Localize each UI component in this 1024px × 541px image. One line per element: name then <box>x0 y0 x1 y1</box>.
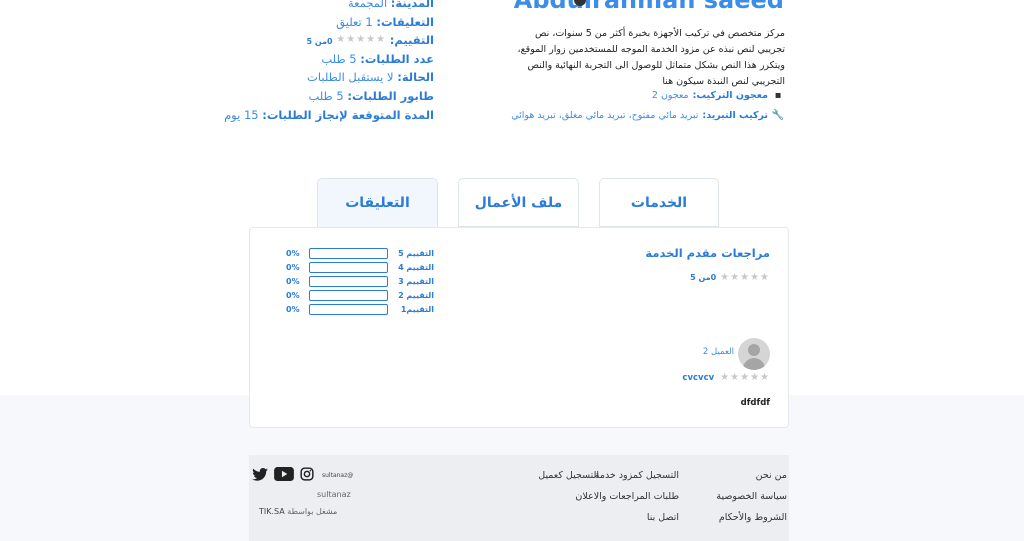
info-queue: طابور الطلبات: 5 طلب <box>234 87 434 106</box>
wrench-icon: 🔧 <box>771 110 784 121</box>
instagram-icon[interactable] <box>300 466 314 485</box>
rating-percent: 0% <box>286 290 300 300</box>
info-value: 15 يوم <box>224 107 259 122</box>
review-meta: ★★★★★ cvcvcv <box>682 372 770 383</box>
info-label: الحالة: <box>397 70 434 85</box>
powered-by: مشغل بواسطة TIK.SA <box>259 507 337 516</box>
rating-bar <box>309 247 388 259</box>
spec-label: معجون التركيب: <box>692 90 768 101</box>
footer-link-review-requests[interactable]: طلبات المراجعات والاعلان <box>575 486 679 507</box>
star-rating: ★★★★★ <box>720 272 770 283</box>
info-eta: المدة المتوقعة لإنجاز الطلبات: 15 يوم <box>224 106 434 125</box>
spec-paste: ▪ معجون التركيب: معجون 2 <box>652 90 784 101</box>
rating-label: التقييم1 <box>400 304 434 314</box>
footer: من نحن سياسة الخصوصية الشروط والأحكام ال… <box>249 455 789 541</box>
info-label: المدينة: <box>390 0 434 10</box>
rating-label: التقييم 3 <box>398 276 434 286</box>
rating-bar <box>309 303 388 315</box>
star-rating: ★★★★★ <box>336 34 387 46</box>
info-label: طابور الطلبات: <box>347 88 434 103</box>
footer-link-privacy[interactable]: سياسة الخصوصية <box>716 486 787 507</box>
footer-col-3: التسجيل كعميل <box>538 465 599 486</box>
info-orders: عدد الطلبات: 5 طلب <box>234 50 434 69</box>
provider-description: مركز متخصص في تركيب الأجهزة بخبرة أكثر م… <box>517 28 785 87</box>
footer-col-1: من نحن سياسة الخصوصية الشروط والأحكام <box>716 465 787 528</box>
spec-cooling: 🔧 تركيب التبريد: تبريد مائي مفتوح، تبريد… <box>511 110 784 121</box>
info-label: المدة المتوقعة لإنجاز الطلبات: <box>262 107 434 122</box>
reviews-title: مراجعات مقدم الخدمة <box>645 246 770 260</box>
rating-bar <box>309 261 388 273</box>
rating-row: 0% التقييم 5 <box>286 246 436 260</box>
paste-icon: ▪ <box>774 90 782 101</box>
rating-label: التقييم 5 <box>398 248 434 258</box>
info-comments: التعليقات: 1 تعليق <box>234 13 434 32</box>
review-comment: dfdfdf <box>740 398 770 408</box>
provider-info: المدينة: المجمعة التعليقات: 1 تعليق التق… <box>224 0 434 125</box>
avatar <box>738 338 770 370</box>
footer-username: sultanaz <box>317 490 351 499</box>
score-text: 0من 5 <box>690 273 717 282</box>
reviews-panel: مراجعات مقدم الخدمة ★★★★★ 0من 5 0% التقي… <box>249 227 789 428</box>
social-handle: sultanaz@ <box>322 472 354 479</box>
provider-name: Abdulrahman saeed <box>513 0 784 14</box>
reviewer-name: العميل 2 <box>702 347 734 357</box>
info-value: 5 طلب <box>321 51 357 66</box>
twitter-icon[interactable] <box>252 466 268 485</box>
info-rating: التقييم: ★★★★★ 0من 5 <box>234 31 434 50</box>
info-label: التقييم: <box>389 33 434 48</box>
reviews-score: ★★★★★ 0من 5 <box>690 272 770 283</box>
tab-services[interactable]: الخدمات <box>599 178 719 227</box>
info-status: الحالة: لا يستقبل الطلبات <box>234 68 434 87</box>
rating-label: التقييم 2 <box>398 290 434 300</box>
rating-percent: 0% <box>286 262 300 272</box>
rating-bar <box>309 275 388 287</box>
info-label: التعليقات: <box>376 14 434 29</box>
rating-percent: 0% <box>286 304 300 314</box>
powered-brand[interactable]: TIK.SA <box>259 507 285 516</box>
rating-bar <box>309 289 388 301</box>
info-city: المدينة: المجمعة <box>234 0 434 13</box>
star-rating: ★★★★★ <box>720 372 770 383</box>
info-value: المجمعة <box>348 0 388 10</box>
rating-label: التقييم 4 <box>398 262 434 272</box>
tab-portfolio[interactable]: ملف الأعمال <box>458 178 579 227</box>
powered-label: مشغل بواسطة <box>287 507 338 516</box>
footer-link-about[interactable]: من نحن <box>716 465 787 486</box>
review-title: cvcvcv <box>682 372 715 383</box>
footer-link-terms[interactable]: الشروط والأحكام <box>716 507 787 528</box>
rating-value: 0من 5 <box>306 37 333 47</box>
info-value: 1 تعليق <box>336 14 373 29</box>
footer-link-register-client[interactable]: التسجيل كعميل <box>538 465 599 486</box>
rating-row: 0% التقييم 4 <box>286 260 436 274</box>
rating-percent: 0% <box>286 276 300 286</box>
rating-row: 0% التقييم 3 <box>286 274 436 288</box>
info-label: عدد الطلبات: <box>360 51 434 66</box>
social-links: sultanaz@ <box>252 466 353 485</box>
spec-label: تركيب التبريد: <box>702 110 768 121</box>
rating-percent: 0% <box>286 248 300 258</box>
info-value: لا يستقبل الطلبات <box>307 70 394 85</box>
footer-link-contact[interactable]: اتصل بنا <box>575 507 679 528</box>
rating-row: 0% التقييم1 <box>286 302 436 316</box>
tab-comments[interactable]: التعليقات <box>317 178 438 227</box>
youtube-icon[interactable] <box>274 466 294 485</box>
info-value: 5 طلب <box>308 88 344 103</box>
spec-value: تبريد مائي مفتوح، تبريد مائي مغلق، تبريد… <box>511 110 699 121</box>
rating-row: 0% التقييم 2 <box>286 288 436 302</box>
spec-value: معجون 2 <box>651 90 689 101</box>
rating-breakdown: 0% التقييم 5 0% التقييم 4 0% التقييم 3 0… <box>286 246 436 316</box>
